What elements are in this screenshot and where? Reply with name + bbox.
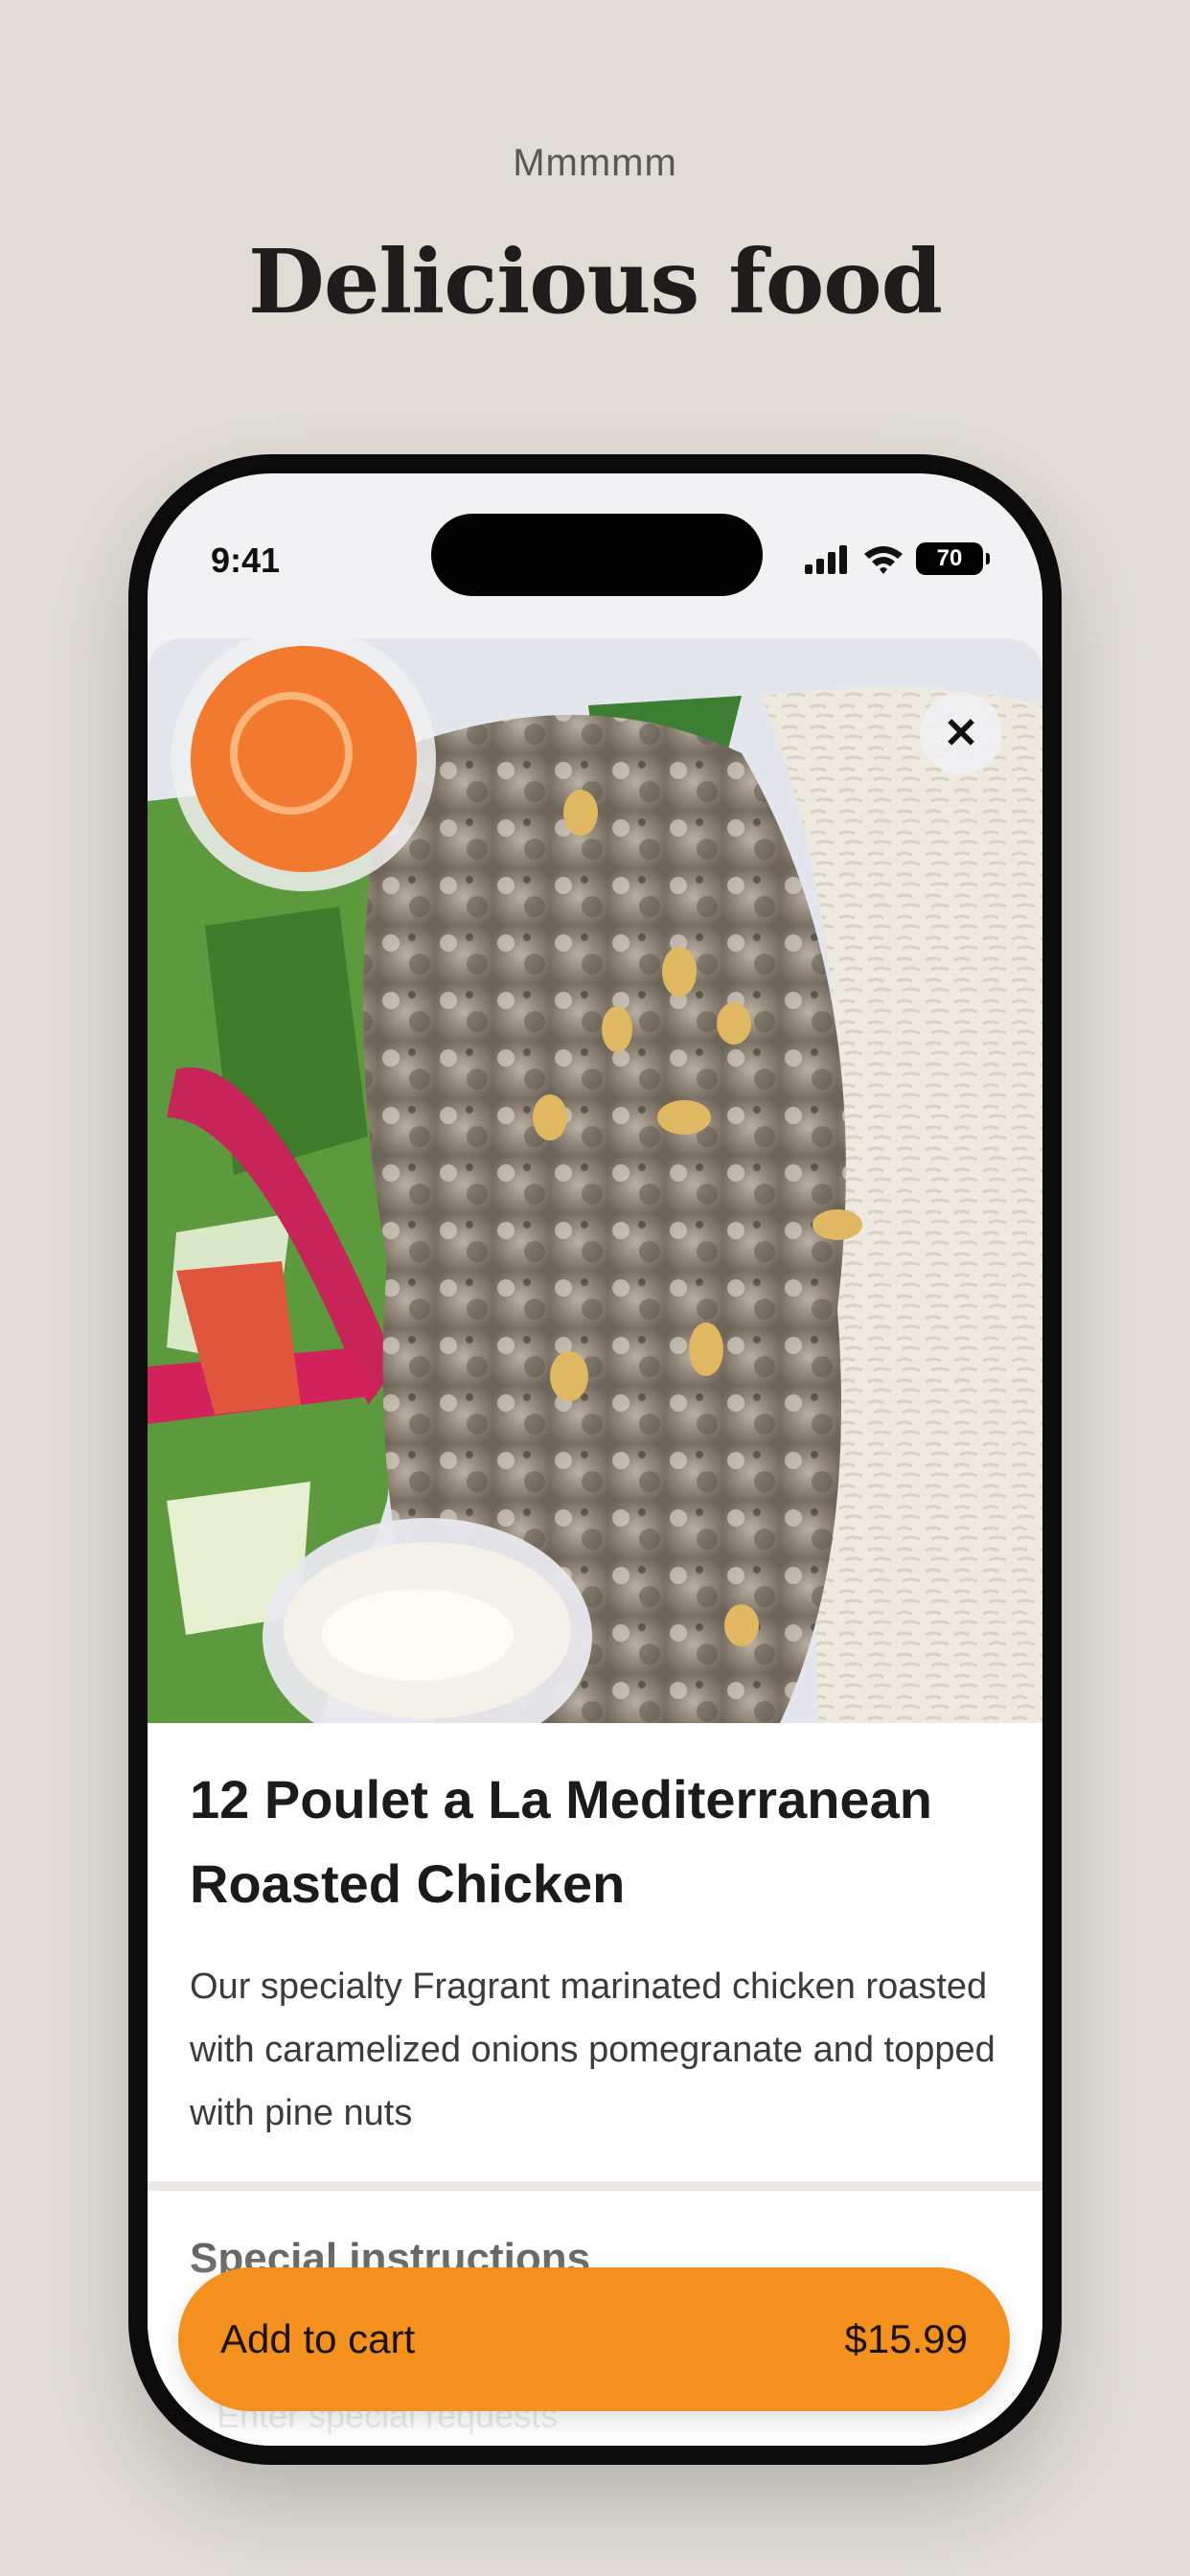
item-description: Our specialty Fragrant marinated chicken… (190, 1966, 995, 2133)
eyebrow-text: Mmmmm (513, 142, 677, 184)
close-icon: ✕ (943, 709, 979, 757)
battery-icon: 70 (916, 542, 990, 575)
section-divider (148, 2181, 1042, 2191)
close-button[interactable]: ✕ (920, 692, 1002, 774)
food-image (148, 638, 1042, 1723)
wifi-icon (864, 546, 903, 574)
status-time: 9:41 (211, 540, 281, 580)
add-to-cart-button[interactable]: Add to cart $15.99 (178, 2267, 1010, 2411)
item-title: 12 Poulet a La Mediterranean Roasted Chi… (190, 1769, 932, 1914)
battery-level: 70 (936, 545, 963, 571)
signal-icon (805, 545, 847, 574)
item-price: $15.99 (844, 2316, 968, 2361)
phone-frame: 9:41 70 ✕ 12 Poulet a La Mediterranean R… (128, 454, 1062, 2465)
add-to-cart-label: Add to cart (220, 2316, 416, 2361)
page-headline: Delicious food (248, 230, 943, 334)
status-bar: 9:41 70 (148, 473, 1042, 617)
status-icons: 70 (805, 542, 990, 575)
dynamic-island (431, 514, 763, 596)
item-sheet: ✕ 12 Poulet a La Mediterranean Roasted C… (148, 638, 1042, 2446)
